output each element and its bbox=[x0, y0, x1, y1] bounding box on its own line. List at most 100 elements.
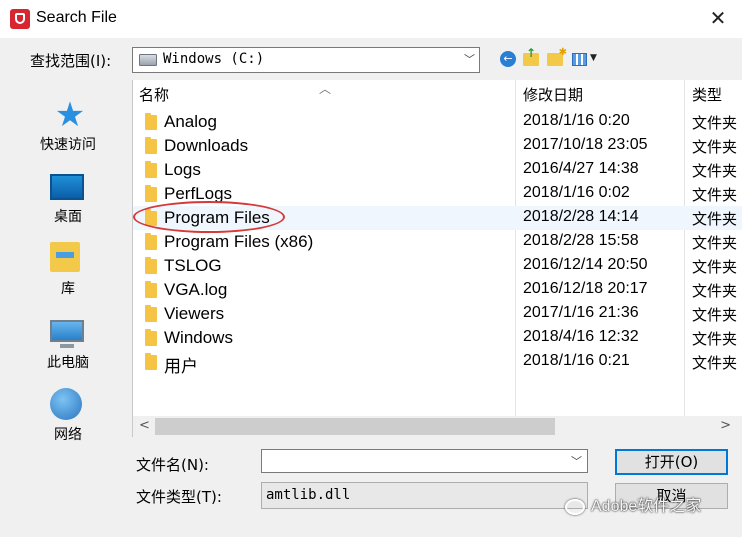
file-date: 2018/1/16 0:02 bbox=[523, 184, 630, 201]
place-quick-access[interactable]: ★ 快速访问 bbox=[0, 88, 128, 160]
file-type: 文件夹 bbox=[692, 258, 738, 276]
file-name-input[interactable] bbox=[261, 449, 588, 473]
folder-icon bbox=[145, 161, 157, 178]
file-type: 文件夹 bbox=[692, 306, 738, 324]
open-button[interactable]: 打开(O) bbox=[615, 449, 728, 475]
look-in-value: Windows (C:) bbox=[163, 51, 265, 67]
folder-icon bbox=[145, 305, 157, 322]
file-date: 2018/1/16 0:20 bbox=[523, 112, 630, 129]
back-arrow-icon: ← bbox=[500, 51, 516, 67]
highlight-annotation-oval bbox=[133, 201, 285, 233]
place-label: 桌面 bbox=[54, 209, 82, 225]
file-date: 2018/1/16 0:21 bbox=[523, 352, 630, 369]
up-folder-icon bbox=[523, 46, 539, 66]
place-this-pc[interactable]: 此电脑 bbox=[0, 306, 128, 378]
file-date: 2018/2/28 15:58 bbox=[523, 232, 639, 249]
place-desktop[interactable]: 桌面 bbox=[0, 160, 128, 232]
folder-icon bbox=[145, 353, 157, 370]
file-date: 2017/1/16 21:36 bbox=[523, 304, 639, 321]
title-bar: Search File ✕ bbox=[0, 0, 742, 38]
file-name: Viewers bbox=[164, 304, 225, 323]
view-dropdown-arrow-icon[interactable]: ▼ bbox=[590, 53, 597, 63]
file-name: TSLOG bbox=[164, 256, 222, 275]
watermark: Adobe软件之家 bbox=[565, 492, 701, 516]
folder-icon bbox=[145, 233, 157, 250]
place-library[interactable]: 库 bbox=[0, 232, 128, 304]
chevron-down-icon: ﹀ bbox=[464, 53, 475, 66]
drive-icon bbox=[139, 54, 157, 66]
view-grid-icon bbox=[571, 52, 587, 66]
file-name: Downloads bbox=[164, 136, 249, 155]
file-type: 文件夹 bbox=[692, 162, 738, 180]
new-folder-icon bbox=[547, 47, 567, 66]
file-row[interactable]: Logs 2016/4/27 14:38 文件夹 bbox=[133, 158, 742, 182]
file-type: 文件夹 bbox=[692, 210, 738, 228]
look-in-label: 查找范围(I): bbox=[30, 52, 112, 70]
scroll-left-icon[interactable]: < bbox=[139, 418, 150, 433]
folder-icon bbox=[145, 113, 157, 130]
close-button[interactable]: ✕ bbox=[706, 6, 730, 30]
folder-icon bbox=[145, 137, 157, 154]
file-name: Analog bbox=[164, 112, 217, 131]
file-name-label: 文件名(N): bbox=[136, 456, 209, 474]
file-date: 2018/2/28 14:14 bbox=[523, 208, 639, 225]
back-button[interactable]: ← bbox=[498, 49, 518, 69]
star-icon: ★ bbox=[54, 95, 86, 135]
file-type-value: amtlib.dll bbox=[266, 487, 351, 503]
watermark-text: Adobe软件之家 bbox=[591, 498, 702, 515]
wechat-icon bbox=[565, 498, 585, 515]
up-folder-button[interactable] bbox=[521, 46, 541, 69]
file-row[interactable]: TSLOG 2016/12/14 20:50 文件夹 bbox=[133, 254, 742, 278]
network-icon bbox=[50, 388, 86, 422]
folder-icon bbox=[145, 281, 157, 298]
file-name: Windows bbox=[164, 328, 233, 347]
scrollbar-thumb[interactable] bbox=[155, 418, 555, 435]
window-title: Search File bbox=[36, 9, 117, 26]
file-type: 文件夹 bbox=[692, 114, 738, 132]
file-date: 2016/12/18 20:17 bbox=[523, 280, 648, 297]
new-folder-button[interactable] bbox=[545, 47, 567, 69]
view-menu-button[interactable] bbox=[569, 49, 589, 69]
file-date: 2017/10/18 23:05 bbox=[523, 136, 648, 153]
folder-icon bbox=[145, 257, 157, 274]
file-date: 2018/4/16 12:32 bbox=[523, 328, 639, 345]
file-type: 文件夹 bbox=[692, 138, 738, 156]
sort-ascending-icon: ︿ bbox=[319, 82, 332, 96]
file-row[interactable]: Program Files (x86) 2018/2/28 15:58 文件夹 bbox=[133, 230, 742, 254]
file-list[interactable]: 名称 ︿ 修改日期 类型 Analog 2018/1/16 0:20 文件夹 D… bbox=[132, 80, 742, 437]
scroll-right-icon[interactable]: > bbox=[720, 418, 731, 433]
file-row[interactable]: VGA.log 2016/12/18 20:17 文件夹 bbox=[133, 278, 742, 302]
place-label: 库 bbox=[61, 281, 75, 297]
file-date: 2016/12/14 20:50 bbox=[523, 256, 648, 273]
shield-app-icon bbox=[10, 9, 30, 29]
desktop-icon bbox=[50, 170, 86, 204]
file-row[interactable]: Viewers 2017/1/16 21:36 文件夹 bbox=[133, 302, 742, 326]
place-label: 网络 bbox=[54, 427, 82, 443]
file-name: Logs bbox=[164, 160, 201, 179]
file-date: 2016/4/27 14:38 bbox=[523, 160, 639, 177]
look-in-dropdown[interactable]: Windows (C:) ﹀ bbox=[132, 47, 480, 73]
file-row[interactable]: Windows 2018/4/16 12:32 文件夹 bbox=[133, 326, 742, 350]
file-name: 用户 bbox=[164, 357, 198, 376]
file-type: 文件夹 bbox=[692, 186, 738, 204]
file-name: Program Files (x86) bbox=[164, 232, 314, 251]
horizontal-scrollbar[interactable]: < > bbox=[133, 416, 742, 437]
column-header-date[interactable]: 修改日期 bbox=[523, 80, 583, 108]
file-type: 文件夹 bbox=[692, 234, 738, 252]
file-row[interactable]: 用户 2018/1/16 0:21 文件夹 bbox=[133, 350, 742, 376]
file-row[interactable]: Downloads 2017/10/18 23:05 文件夹 bbox=[133, 134, 742, 158]
file-row[interactable]: Analog 2018/1/16 0:20 文件夹 bbox=[133, 110, 742, 134]
file-type-label: 文件类型(T): bbox=[136, 488, 222, 506]
computer-icon bbox=[50, 316, 86, 350]
file-name: VGA.log bbox=[164, 280, 228, 299]
place-label: 快速访问 bbox=[40, 137, 96, 153]
places-bar: ★ 快速访问 桌面 库 此电脑 网络 bbox=[0, 80, 128, 530]
file-type-dropdown[interactable]: amtlib.dll bbox=[261, 482, 588, 509]
file-type: 文件夹 bbox=[692, 330, 738, 348]
library-icon bbox=[50, 242, 86, 276]
column-header-type[interactable]: 类型 bbox=[692, 80, 722, 108]
file-type: 文件夹 bbox=[692, 354, 738, 372]
column-header-name[interactable]: 名称 bbox=[139, 80, 169, 108]
folder-icon bbox=[145, 185, 157, 202]
place-network[interactable]: 网络 bbox=[0, 378, 128, 450]
